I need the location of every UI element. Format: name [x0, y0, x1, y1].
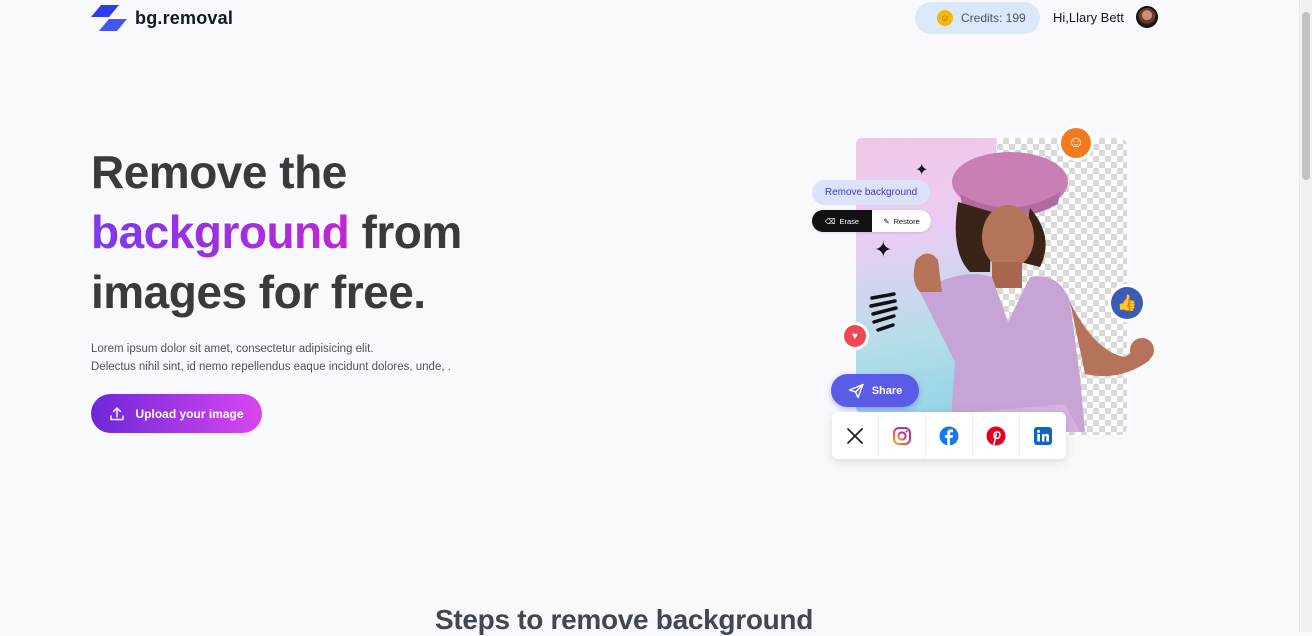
pinterest-icon	[986, 426, 1006, 445]
smile-emoji-icon: ☺	[1061, 128, 1091, 158]
erase-label: Erase	[839, 216, 860, 226]
hero-description: Lorem ipsum dolor sit amet, consectetur …	[91, 340, 451, 376]
eraser-icon: ⌫	[824, 216, 836, 226]
remove-background-chip: Remove background	[812, 180, 930, 205]
social-x	[832, 412, 879, 459]
sparkle-icon: ✦	[874, 237, 893, 262]
instagram-icon	[893, 426, 911, 445]
share-button: Share	[831, 374, 919, 407]
hero-title-line1: Remove the	[91, 146, 347, 198]
social-share-bar	[832, 412, 1066, 459]
steps-section-title: Steps to remove background	[434, 604, 814, 635]
restore-tool: ✎ Restore	[872, 210, 931, 232]
page-scrollbar[interactable]	[1299, 0, 1312, 632]
hero-description-line2: Delectus nihil sint, id nemo repellendus…	[91, 361, 451, 373]
social-facebook	[926, 412, 973, 459]
credits-badge[interactable]: ☺ Credits: 199	[915, 2, 1040, 34]
erase-restore-toggle: ⌫ Erase ✎ Restore	[812, 210, 931, 232]
send-icon	[848, 383, 864, 398]
hero-title-accent: background	[91, 206, 350, 258]
scribble-decoration	[869, 292, 898, 332]
brush-icon: ✎	[883, 216, 890, 226]
coin-icon: ☺	[937, 10, 953, 26]
hero-title: Remove the background from images for fr…	[91, 142, 462, 322]
social-instagram	[879, 412, 926, 459]
linkedin-icon	[1034, 426, 1052, 445]
hero-title-after-accent: from	[349, 206, 463, 258]
scrollbar-thumb[interactable]	[1302, 12, 1310, 180]
brand-name: bg.removal	[135, 7, 234, 28]
heart-icon: ♥	[844, 325, 866, 347]
erase-tool: ⌫ Erase	[812, 210, 872, 232]
upload-image-button[interactable]: Upload your image	[91, 394, 262, 433]
brand-logo[interactable]: bg.removal	[91, 4, 233, 32]
credits-label: Credits: 199	[961, 11, 1026, 25]
x-icon	[847, 427, 863, 444]
thumbs-up-icon: 👍	[1111, 287, 1143, 319]
upload-icon	[110, 406, 125, 420]
logo-icon	[91, 5, 127, 31]
hero-description-line1: Lorem ipsum dolor sit amet, consectetur …	[91, 343, 374, 355]
user-greeting: Hi,Llary Bett	[1053, 10, 1124, 25]
social-linkedin	[1020, 412, 1066, 459]
social-pinterest	[973, 412, 1020, 459]
facebook-icon	[939, 426, 959, 446]
share-label: Share	[871, 384, 903, 397]
hero-title-line2: background from	[91, 202, 462, 262]
sparkle-icon: ✦	[915, 162, 929, 179]
upload-button-label: Upload your image	[135, 406, 244, 421]
restore-label: Restore	[893, 216, 920, 226]
hero-title-line3: images for free.	[91, 266, 426, 318]
avatar[interactable]	[1136, 6, 1158, 28]
